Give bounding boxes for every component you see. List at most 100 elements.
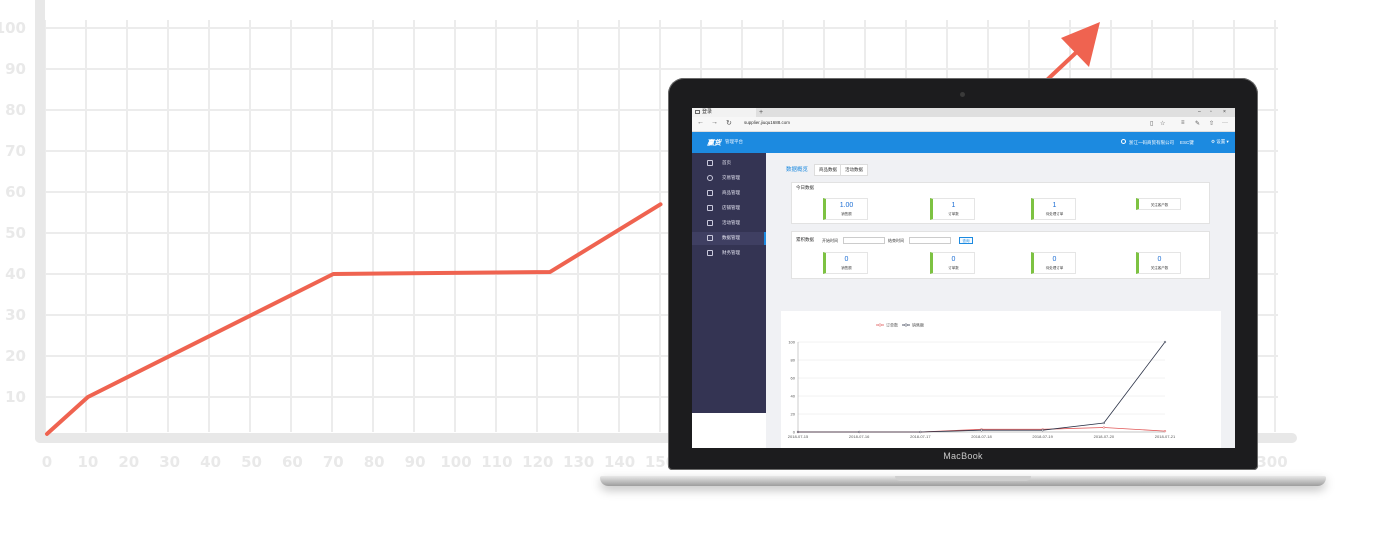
- background-x-tick: 130: [563, 453, 594, 471]
- trade-icon: [707, 175, 713, 181]
- legend-label[interactable]: 订单数: [886, 322, 898, 328]
- query-button[interactable]: 查询: [959, 237, 973, 244]
- chart-point: [980, 429, 983, 432]
- sidebar-item-label: 活动管理: [722, 220, 740, 225]
- new-tab-button[interactable]: +: [759, 108, 763, 117]
- share-icon[interactable]: ⇧: [1209, 120, 1214, 127]
- url-field[interactable]: supplier.jiuqu1688.com: [744, 120, 790, 125]
- sidebar-item-label: 首页: [722, 160, 731, 165]
- background-x-tick: 0: [42, 453, 52, 471]
- sidebar: 首页 交易管理 商品管理 店铺管理 活动管理 数据管理 财务管理: [692, 153, 766, 413]
- pen-icon[interactable]: ✎: [1195, 120, 1200, 127]
- kpi-label: 订单数: [948, 266, 959, 270]
- laptop-brand: MacBook: [943, 451, 983, 461]
- background-x-tick: 40: [200, 453, 221, 471]
- chart-y-tick: 80: [791, 358, 796, 363]
- reader-icon[interactable]: ▯: [1150, 120, 1153, 127]
- kpi-value: 0: [1052, 256, 1057, 263]
- kpi-value: 0: [951, 256, 956, 263]
- minimize-button[interactable]: –: [1198, 108, 1201, 117]
- kpi-label: 销售额: [841, 212, 852, 216]
- finance-icon: [707, 250, 713, 256]
- chart-y-tick: 60: [791, 376, 796, 381]
- chart-y-tick: 20: [791, 412, 796, 417]
- company-name[interactable]: 浙江一码商贸有限公司: [1129, 140, 1174, 146]
- sidebar-item-home[interactable]: 首页: [692, 157, 766, 170]
- esc-link[interactable]: ESC键: [1180, 140, 1194, 146]
- laptop-lid: 登录 + – ▫ × ← → ↻ supplier.jiuqu1688.com …: [668, 78, 1258, 470]
- settings-menu[interactable]: ⚙ 设置 ▾: [1211, 139, 1229, 145]
- browser-address-bar: ← → ↻ supplier.jiuqu1688.com ▯ ☆ ≡ ✎ ⇧ ·…: [692, 117, 1235, 132]
- browser-tab-bar: 登录 + – ▫ ×: [692, 108, 1235, 117]
- chart-point: [1041, 429, 1044, 432]
- chart-point: [796, 430, 800, 434]
- kpi-card: 关注客户数: [1136, 198, 1181, 210]
- tab-goods-data[interactable]: 商品数据: [814, 164, 842, 176]
- background-x-tick: 70: [323, 453, 344, 471]
- panel-title: 今日数据: [796, 185, 814, 190]
- chart-x-tick: 2018-07-15: [788, 434, 809, 439]
- browser-tab[interactable]: 登录: [692, 108, 756, 117]
- background-y-tick: 100: [0, 19, 26, 37]
- legend-label[interactable]: 销售额: [912, 322, 924, 328]
- sidebar-item-label: 数据管理: [722, 235, 740, 240]
- main-content: 数据概览 商品数据 活动数据 今日数据 1.00 销售额 1 订单数 1 待处理…: [766, 153, 1235, 448]
- background-x-tick: 90: [405, 453, 426, 471]
- start-time-label: 开始时间: [822, 238, 838, 243]
- chart-y-tick: 40: [791, 394, 796, 399]
- sidebar-item-data[interactable]: 数据管理: [692, 232, 766, 245]
- chart-point: [1163, 340, 1167, 344]
- shop-icon: [707, 205, 713, 211]
- gift-icon: [707, 220, 713, 226]
- sidebar-item-trade[interactable]: 交易管理: [692, 172, 766, 185]
- more-icon[interactable]: ···: [1222, 120, 1228, 126]
- forward-icon[interactable]: →: [711, 119, 718, 126]
- kpi-label: 关注客户数: [1150, 203, 1169, 207]
- back-icon[interactable]: ←: [697, 119, 704, 126]
- chart-x-tick: 2018-07-19: [1032, 434, 1053, 439]
- background-y-tick: 60: [5, 183, 26, 201]
- chart-x-tick: 2018-07-18: [971, 434, 992, 439]
- kpi-value: 0: [1157, 256, 1162, 263]
- chart-x-tick: 2018-07-16: [849, 434, 870, 439]
- sidebar-item-label: 商品管理: [722, 190, 740, 195]
- close-window-button[interactable]: ×: [1223, 108, 1226, 117]
- sidebar-item-shop[interactable]: 店铺管理: [692, 202, 766, 215]
- chart-point: [1102, 421, 1105, 425]
- background-trend-line: [45, 202, 663, 436]
- background-x-tick: 80: [364, 453, 385, 471]
- legend-marker: [904, 323, 908, 327]
- end-time-input[interactable]: [909, 237, 951, 244]
- background-y-tick: 80: [5, 101, 26, 119]
- chart-x-tick: 2018-07-17: [910, 434, 931, 439]
- chart-y-tick: 100: [788, 340, 795, 345]
- favorite-star-icon[interactable]: ☆: [1160, 120, 1165, 127]
- refresh-icon[interactable]: ↻: [726, 119, 732, 127]
- tab-activity-data[interactable]: 活动数据: [840, 164, 868, 176]
- legend-marker: [878, 323, 882, 327]
- kpi-card: 0 订单数: [930, 252, 975, 274]
- kpi-card: 1.00 销售额: [823, 198, 868, 220]
- chart-series-line: [798, 341, 1166, 433]
- background-y-tick: 70: [5, 142, 26, 160]
- sidebar-item-label: 财务管理: [722, 250, 740, 255]
- sidebar-item-finance[interactable]: 财务管理: [692, 247, 766, 260]
- background-y-tick: 30: [5, 306, 26, 324]
- start-time-input[interactable]: [843, 237, 885, 244]
- tab-overview[interactable]: 数据概览: [781, 164, 813, 176]
- background-x-tick: 120: [522, 453, 553, 471]
- sidebar-item-goods[interactable]: 商品管理: [692, 187, 766, 200]
- laptop: 登录 + – ▫ × ← → ↻ supplier.jiuqu1688.com …: [600, 78, 1326, 498]
- chart-point: [919, 430, 922, 434]
- background-x-tick: 110: [481, 453, 512, 471]
- trend-chart: 0 20 40 60 80 100 2018-07-15 2018-07-16 2018-07-…: [781, 311, 1221, 448]
- kpi-card: 1 订单数: [930, 198, 975, 220]
- chart-x-tick: 2018-07-20: [1094, 434, 1115, 439]
- background-x-tick: 20: [118, 453, 139, 471]
- trend-chart-svg: 0204060801002018-07-15 2018-07-16 2018-07-…: [788, 322, 1176, 440]
- sidebar-item-activity[interactable]: 活动管理: [692, 217, 766, 230]
- app-logo[interactable]: 赢货: [707, 138, 721, 148]
- maximize-button[interactable]: ▫: [1210, 108, 1212, 117]
- sidebar-item-label: 交易管理: [722, 175, 740, 180]
- hub-icon[interactable]: ≡: [1181, 120, 1185, 126]
